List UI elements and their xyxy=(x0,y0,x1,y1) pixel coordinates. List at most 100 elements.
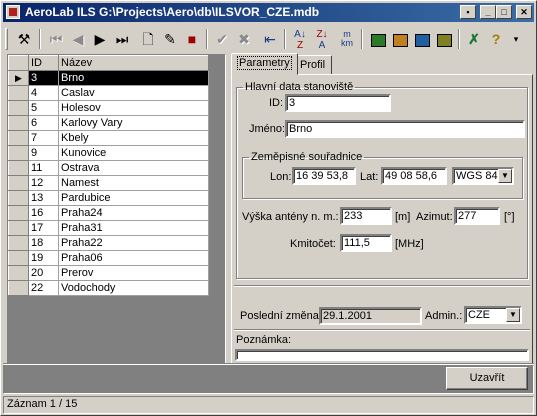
units-icon[interactable]: m km xyxy=(336,28,358,50)
cell-id[interactable]: 9 xyxy=(28,145,59,161)
excel-icon[interactable]: ✗ xyxy=(463,28,485,50)
tab-parametry[interactable]: Parametry xyxy=(231,53,298,75)
cell-id[interactable]: 18 xyxy=(28,235,59,251)
cell-id[interactable]: 17 xyxy=(28,220,59,236)
tab-profil[interactable]: Profil xyxy=(293,55,333,75)
cell-name[interactable]: Kunovice xyxy=(58,145,209,161)
chevron-down-icon[interactable]: ▼ xyxy=(498,169,512,183)
row-selector[interactable] xyxy=(8,235,29,251)
lat-field[interactable]: 49 08 58,6 xyxy=(381,167,447,185)
row-selector[interactable] xyxy=(8,265,29,281)
maximize-button[interactable]: □ xyxy=(496,5,512,19)
stations-grid[interactable]: ID Název ▶ 3 Brno 4 Caslav 5 Holesov 6 Karlovy V… xyxy=(7,54,226,364)
table-row[interactable]: 6 Karlovy Vary xyxy=(8,115,209,131)
cell-name[interactable]: Praha06 xyxy=(58,250,209,266)
column-header-name[interactable]: Název xyxy=(58,55,209,71)
toolbar-overflow-icon[interactable]: ▾ xyxy=(505,28,527,50)
cell-id[interactable]: 13 xyxy=(28,190,59,206)
row-selector[interactable] xyxy=(8,160,29,176)
table-row[interactable]: 9 Kunovice xyxy=(8,145,209,161)
cell-id[interactable]: 7 xyxy=(28,130,59,146)
edit-record-icon[interactable]: ✎ xyxy=(159,28,181,50)
row-selector[interactable] xyxy=(8,85,29,101)
cell-name[interactable]: Karlovy Vary xyxy=(58,115,209,131)
app-icon[interactable] xyxy=(6,5,20,19)
cell-id[interactable]: 22 xyxy=(28,280,59,296)
row-selector[interactable] xyxy=(8,205,29,221)
sort-descending-icon[interactable]: Z↓ A xyxy=(311,28,333,51)
close-window-button[interactable]: ✕ xyxy=(516,5,532,19)
table-row[interactable]: 17 Praha31 xyxy=(8,220,209,236)
chevron-down-icon[interactable]: ▼ xyxy=(506,308,520,322)
cell-id[interactable]: 11 xyxy=(28,160,59,176)
row-selector[interactable] xyxy=(8,175,29,191)
cell-name[interactable]: Vodochody xyxy=(58,280,209,296)
refresh-icon[interactable]: ⇤ xyxy=(259,28,281,50)
row-selector[interactable] xyxy=(8,280,29,296)
cell-name[interactable]: Holesov xyxy=(58,100,209,116)
new-record-icon[interactable]: 🗋 xyxy=(137,28,159,50)
note-field[interactable] xyxy=(235,349,529,361)
table-row[interactable]: ▶ 3 Brno xyxy=(8,70,209,86)
cell-id[interactable]: 5 xyxy=(28,100,59,116)
minimize-button[interactable]: _ xyxy=(480,5,496,19)
map3-icon[interactable] xyxy=(411,28,433,50)
row-selector[interactable] xyxy=(8,115,29,131)
cell-id[interactable]: 4 xyxy=(28,85,59,101)
last-record-icon[interactable]: ⏭ xyxy=(111,28,133,50)
row-selector[interactable] xyxy=(8,145,29,161)
admin-select[interactable]: CZE ▼ xyxy=(464,306,522,324)
map4-icon[interactable] xyxy=(433,28,455,50)
cell-name[interactable]: Caslav xyxy=(58,85,209,101)
name-field[interactable]: Brno xyxy=(285,120,525,138)
first-record-icon[interactable]: ⏮ xyxy=(45,28,67,50)
cancel-icon[interactable]: ✖ xyxy=(233,28,255,50)
table-row[interactable]: 12 Namest xyxy=(8,175,209,191)
table-row[interactable]: 22 Vodochody xyxy=(8,280,209,296)
table-row[interactable]: 19 Praha06 xyxy=(8,250,209,266)
cell-id[interactable]: 19 xyxy=(28,250,59,266)
datum-select[interactable]: WGS 84 ▼ xyxy=(452,167,514,185)
table-row[interactable]: 5 Holesov xyxy=(8,100,209,116)
row-selector[interactable] xyxy=(8,100,29,116)
table-row[interactable]: 20 Prerov xyxy=(8,265,209,281)
cell-id[interactable]: 6 xyxy=(28,115,59,131)
system-menu-icon[interactable]: ▪ xyxy=(460,5,476,19)
row-selector[interactable] xyxy=(8,190,29,206)
antenna-height-field[interactable]: 233 xyxy=(340,207,392,225)
map2-icon[interactable] xyxy=(389,28,411,50)
table-row[interactable]: 16 Praha24 xyxy=(8,205,209,221)
cell-name[interactable]: Brno xyxy=(58,70,209,86)
azimuth-field[interactable]: 277 xyxy=(454,207,500,225)
cell-name[interactable]: Ostrava xyxy=(58,160,209,176)
current-row-indicator-icon[interactable]: ▶ xyxy=(8,70,29,86)
column-header-id[interactable]: ID xyxy=(28,55,59,71)
table-row[interactable]: 18 Praha22 xyxy=(8,235,209,251)
table-row[interactable]: 7 Kbely xyxy=(8,130,209,146)
cell-name[interactable]: Kbely xyxy=(58,130,209,146)
row-selector[interactable] xyxy=(8,250,29,266)
frequency-field[interactable]: 111,5 xyxy=(340,234,392,252)
next-record-icon[interactable]: ▶ xyxy=(89,28,111,50)
help-icon[interactable]: ? xyxy=(485,28,507,50)
cell-name[interactable]: Praha22 xyxy=(58,235,209,251)
map1-icon[interactable] xyxy=(367,28,389,50)
lon-field[interactable]: 16 39 53,8 xyxy=(292,167,356,185)
table-row[interactable]: 11 Ostrava xyxy=(8,160,209,176)
row-selector[interactable] xyxy=(8,130,29,146)
tools-icon[interactable]: ⚒ xyxy=(13,28,35,50)
cell-name[interactable]: Praha24 xyxy=(58,205,209,221)
close-button[interactable]: Uzavřít xyxy=(446,367,528,390)
prev-record-icon[interactable]: ◀ xyxy=(67,28,89,50)
cell-name[interactable]: Prerov xyxy=(58,265,209,281)
cell-name[interactable]: Namest xyxy=(58,175,209,191)
sort-ascending-icon[interactable]: A↓ Z xyxy=(289,28,311,51)
cell-id[interactable]: 16 xyxy=(28,205,59,221)
cell-id[interactable]: 12 xyxy=(28,175,59,191)
delete-record-icon[interactable]: ■ xyxy=(181,28,203,50)
table-row[interactable]: 4 Caslav xyxy=(8,85,209,101)
table-row[interactable]: 13 Pardubice xyxy=(8,190,209,206)
confirm-icon[interactable]: ✔ xyxy=(211,28,233,50)
cell-name[interactable]: Pardubice xyxy=(58,190,209,206)
id-field[interactable]: 3 xyxy=(285,94,391,112)
